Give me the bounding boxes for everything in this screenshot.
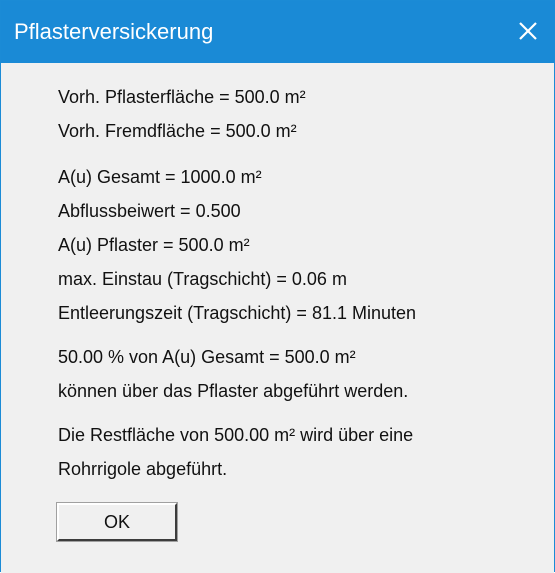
text-fremdflaeche: Vorh. Fremdfläche = 500.0 m² (58, 121, 297, 141)
text-max-einstau: max. Einstau (Tragschicht) = 0.06 m (58, 269, 347, 289)
close-button[interactable] (510, 13, 546, 49)
dialog-window: Pflasterversickerung Vorh. Pflasterfläch… (0, 0, 555, 573)
text-abflussbeiwert: Abflussbeiwert = 0.500 (58, 201, 241, 221)
text-rohrrigole: Rohrrigole abgeführt. (58, 459, 228, 479)
text-pflasterflaeche: Vorh. Pflasterfläche = 500.0 m² (58, 87, 306, 107)
text-au-gesamt: A(u) Gesamt = 1000.0 m² (58, 167, 262, 187)
dialog-body: Vorh. Pflasterfläche = 500.0 m² Vorh. Fr… (1, 63, 554, 573)
close-icon (519, 22, 537, 40)
text-au-pflaster: A(u) Pflaster = 500.0 m² (58, 235, 250, 255)
ok-button[interactable]: OK (56, 502, 178, 542)
dialog-title: Pflasterversickerung (14, 19, 214, 44)
text-prozent-gesamt: 50.00 % von A(u) Gesamt = 500.0 m² (58, 347, 356, 367)
text-restflaeche: Die Restfläche von 500.00 m² wird über e… (58, 425, 414, 445)
title-bar[interactable]: Pflasterversickerung (1, 1, 554, 63)
text-abgefuehrt: können über das Pflaster abgeführt werde… (58, 381, 409, 401)
text-entleerungszeit: Entleerungszeit (Tragschicht) = 81.1 Min… (58, 303, 417, 323)
